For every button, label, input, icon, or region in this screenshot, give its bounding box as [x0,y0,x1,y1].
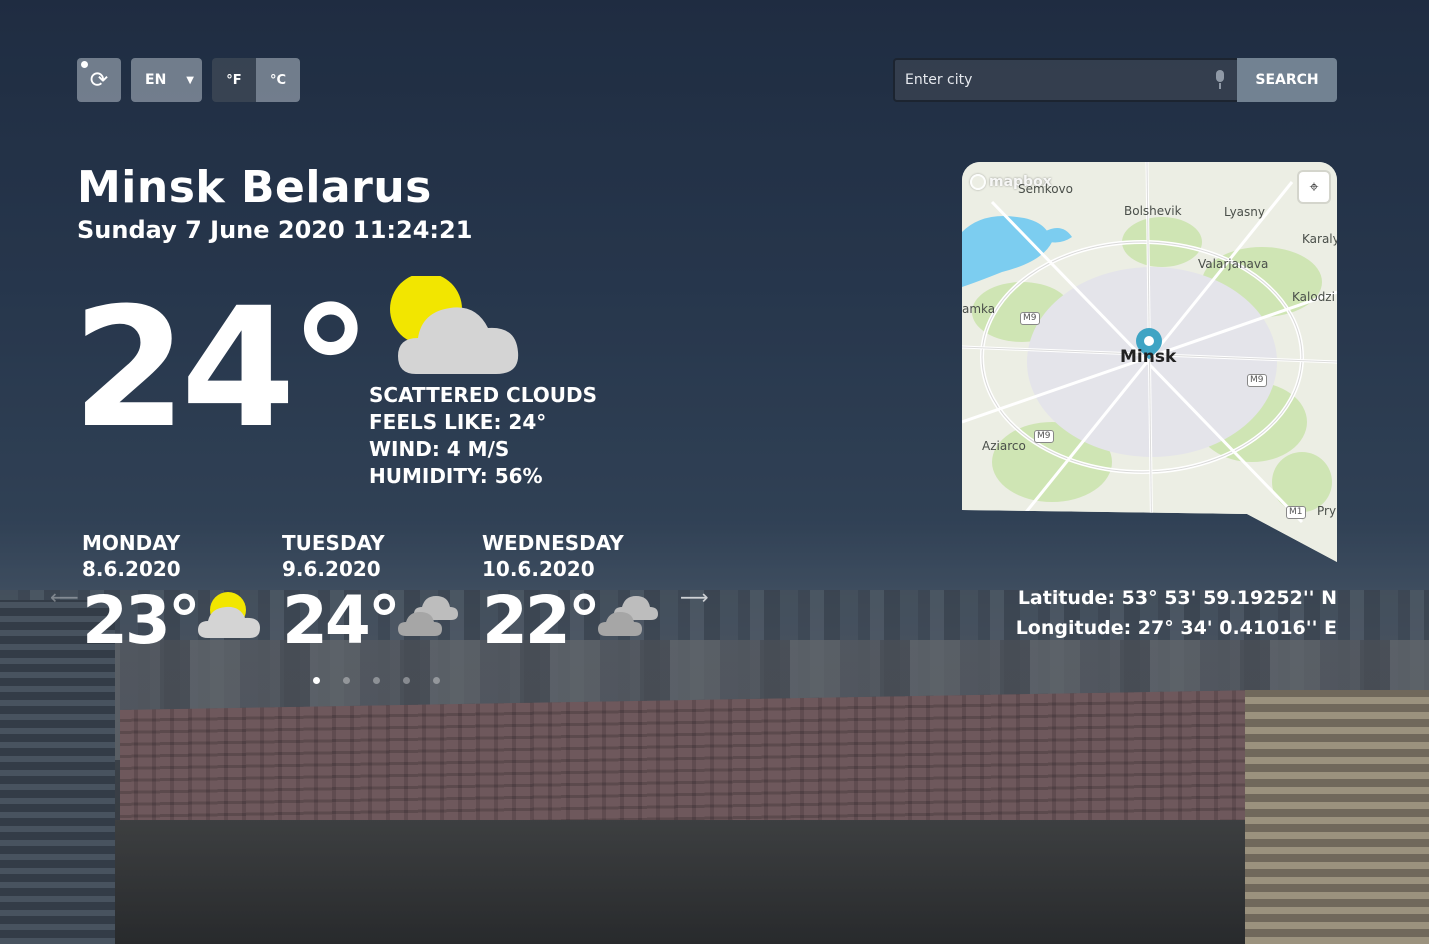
forecast-prev-arrow[interactable]: ⟵ [50,585,79,609]
city-title: Minsk Belarus [77,162,432,213]
feels-like: FEELS LIKE: 24° [369,410,547,434]
mapbox-logo-icon [970,174,986,190]
map-label: Lyasny [1224,205,1265,219]
city-search: Enter city SEARCH [893,58,1337,102]
search-input[interactable]: Enter city [893,58,1237,102]
status-dot [81,61,88,68]
location-map[interactable]: mapbox ⌖ Semkovo Bolshevik Lyasny Karaly… [962,162,1337,562]
current-temperature: 24° [72,272,372,464]
forecast-carousel: MONDAY 8.6.2020 23° TUESDAY 9.6.2020 24°… [82,530,682,654]
carousel-dot[interactable] [373,677,380,684]
weather-description: SCATTERED CLOUDS [369,383,597,407]
temperature-unit-toggle: °F °C [212,58,300,102]
road-badge: M9 [1020,312,1040,325]
fahrenheit-button[interactable]: °F [212,58,256,102]
map-label: Kalodzi [1292,290,1335,304]
weather-details: SCATTERED CLOUDS FEELS LIKE: 24° WIND: 4… [369,382,597,490]
microphone-icon[interactable] [1213,70,1227,90]
map-label: Bolshevik [1124,204,1182,218]
carousel-pagination [313,677,440,684]
map-label: amka [962,302,996,316]
refresh-background-button[interactable]: ⟳ [77,58,121,102]
current-datetime: Sunday 7 June 2020 11:24:21 [77,216,473,244]
carousel-dot[interactable] [433,677,440,684]
forecast-day-name: TUESDAY [282,531,385,555]
refresh-icon: ⟳ [89,67,109,93]
forecast-date: 8.6.2020 [82,557,181,581]
road-badge: M9 [1247,374,1267,387]
map-label: Aziarco [982,439,1026,453]
clouds-icon [597,596,658,636]
search-button[interactable]: SEARCH [1237,58,1337,102]
map-label: Semkovo [1018,182,1073,196]
forecast-day: WEDNESDAY 10.6.2020 22° [482,530,682,654]
forecast-day-name: WEDNESDAY [482,531,624,555]
humidity: HUMIDITY: 56% [369,464,543,488]
forecast-day: MONDAY 8.6.2020 23° [82,530,282,654]
carousel-dot[interactable] [403,677,410,684]
language-value: EN [145,72,167,88]
chevron-down-icon: ▼ [186,74,194,86]
search-placeholder: Enter city [905,72,973,88]
forecast-temperature: 24° [282,582,401,659]
crosshair-icon: ⌖ [1309,177,1319,196]
wind-speed: WIND: 4 m/s [369,437,510,461]
geolocate-button[interactable]: ⌖ [1299,172,1329,202]
forecast-temperature: 23° [82,582,201,659]
road-badge: M9 [1034,430,1054,443]
map-label: Valarjanava [1198,257,1269,271]
map-label: Karaly [1302,232,1337,246]
clouds-icon [397,596,458,636]
language-select[interactable]: EN ▼ [131,58,202,102]
forecast-day: TUESDAY 9.6.2020 24° [282,530,482,654]
map-label: Pry [1317,504,1337,518]
forecast-temperature: 22° [482,582,601,659]
latitude: Latitude: 53° 53' 59.19252'' N [1017,587,1337,609]
road-badge: M1 [1286,506,1306,519]
coordinates: Latitude: 53° 53' 59.19252'' N Longitude… [1016,583,1337,643]
celsius-button[interactable]: °C [256,58,300,102]
forecast-date: 10.6.2020 [482,557,595,581]
settings-controls: ⟳ EN ▼ °F °C [77,58,300,102]
map-city-label: Minsk [1120,347,1177,367]
longitude: Longitude: 27° 34' 0.41016'' E [1015,617,1337,639]
sun-behind-cloud-icon [390,276,519,374]
carousel-dot[interactable] [343,677,350,684]
sun-behind-cloud-icon [197,592,260,638]
forecast-date: 9.6.2020 [282,557,381,581]
carousel-dot[interactable] [313,677,320,684]
forecast-day-name: MONDAY [82,531,181,555]
forecast-next-arrow[interactable]: ⟶ [680,585,709,609]
